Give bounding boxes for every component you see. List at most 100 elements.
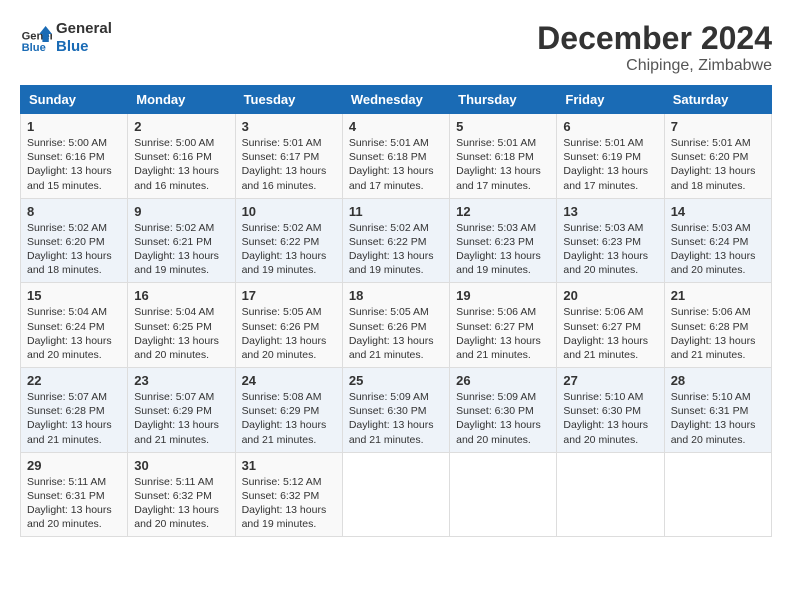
day-number: 17 bbox=[242, 288, 336, 303]
day-number: 2 bbox=[134, 119, 228, 134]
calendar-day-cell: 6 Sunrise: 5:01 AMSunset: 6:19 PMDaylight… bbox=[557, 114, 664, 199]
day-number: 27 bbox=[563, 373, 657, 388]
col-header-wednesday: Wednesday bbox=[342, 86, 449, 114]
day-info: Sunrise: 5:12 AMSunset: 6:32 PMDaylight:… bbox=[242, 475, 336, 532]
calendar-day-cell: 19 Sunrise: 5:06 AMSunset: 6:27 PMDayligh… bbox=[450, 283, 557, 368]
calendar-day-cell: 16Sunrise: 5:04 AMSunset: 6:25 PMDayligh… bbox=[128, 283, 235, 368]
day-number: 30 bbox=[134, 458, 228, 473]
calendar-day-cell: 11 Sunrise: 5:02 AMSunset: 6:22 PMDayligh… bbox=[342, 198, 449, 283]
day-number: 4 bbox=[349, 119, 443, 134]
location-subtitle: Chipinge, Zimbabwe bbox=[537, 57, 772, 75]
day-info: Sunrise: 5:03 AMSunset: 6:23 PMDaylight:… bbox=[456, 221, 550, 278]
day-number: 6 bbox=[563, 119, 657, 134]
col-header-saturday: Saturday bbox=[664, 86, 771, 114]
day-number: 5 bbox=[456, 119, 550, 134]
day-number: 15 bbox=[27, 288, 121, 303]
logo-text-general: General bbox=[56, 20, 112, 38]
day-info: Sunrise: 5:01 AMSunset: 6:20 PMDaylight:… bbox=[671, 136, 765, 193]
day-info: Sunrise: 5:08 AMSunset: 6:29 PMDaylight:… bbox=[242, 390, 336, 447]
day-info: Sunrise: 5:05 AMSunset: 6:26 PMDaylight:… bbox=[242, 305, 336, 362]
day-number: 22 bbox=[27, 373, 121, 388]
day-info: Sunrise: 5:07 AMSunset: 6:29 PMDaylight:… bbox=[134, 390, 228, 447]
day-info: Sunrise: 5:00 AMSunset: 6:16 PMDaylight:… bbox=[27, 136, 121, 193]
calendar-day-cell: 5Sunrise: 5:01 AMSunset: 6:18 PMDaylight… bbox=[450, 114, 557, 199]
col-header-thursday: Thursday bbox=[450, 86, 557, 114]
logo-icon: General Blue bbox=[20, 22, 52, 54]
day-number: 28 bbox=[671, 373, 765, 388]
day-number: 8 bbox=[27, 204, 121, 219]
day-number: 24 bbox=[242, 373, 336, 388]
col-header-friday: Friday bbox=[557, 86, 664, 114]
calendar-day-cell: 24 Sunrise: 5:08 AMSunset: 6:29 PMDayligh… bbox=[235, 368, 342, 453]
day-info: Sunrise: 5:02 AMSunset: 6:22 PMDaylight:… bbox=[242, 221, 336, 278]
empty-cell bbox=[342, 452, 449, 537]
day-info: Sunrise: 5:03 AMSunset: 6:24 PMDaylight:… bbox=[671, 221, 765, 278]
day-number: 10 bbox=[242, 204, 336, 219]
calendar-day-cell: 1Sunrise: 5:00 AMSunset: 6:16 PMDaylight… bbox=[21, 114, 128, 199]
calendar-day-cell: 2Sunrise: 5:00 AMSunset: 6:16 PMDaylight… bbox=[128, 114, 235, 199]
empty-cell bbox=[664, 452, 771, 537]
day-info: Sunrise: 5:10 AMSunset: 6:31 PMDaylight:… bbox=[671, 390, 765, 447]
empty-cell bbox=[557, 452, 664, 537]
day-info: Sunrise: 5:01 AMSunset: 6:19 PMDaylight:… bbox=[563, 136, 657, 193]
day-info: Sunrise: 5:11 AMSunset: 6:31 PMDaylight:… bbox=[27, 475, 121, 532]
day-info: Sunrise: 5:05 AMSunset: 6:26 PMDaylight:… bbox=[349, 305, 443, 362]
page-header: General Blue General Blue December 2024 … bbox=[20, 20, 772, 75]
day-info: Sunrise: 5:01 AMSunset: 6:17 PMDaylight:… bbox=[242, 136, 336, 193]
col-header-monday: Monday bbox=[128, 86, 235, 114]
day-info: Sunrise: 5:03 AMSunset: 6:23 PMDaylight:… bbox=[563, 221, 657, 278]
calendar-week-row: 22 Sunrise: 5:07 AMSunset: 6:28 PMDayligh… bbox=[21, 368, 772, 453]
calendar-day-cell: 15Sunrise: 5:04 AMSunset: 6:24 PMDayligh… bbox=[21, 283, 128, 368]
day-number: 29 bbox=[27, 458, 121, 473]
calendar-week-row: 1Sunrise: 5:00 AMSunset: 6:16 PMDaylight… bbox=[21, 114, 772, 199]
day-info: Sunrise: 5:11 AMSunset: 6:32 PMDaylight:… bbox=[134, 475, 228, 532]
calendar-week-row: 29 Sunrise: 5:11 AMSunset: 6:31 PMDayligh… bbox=[21, 452, 772, 537]
day-info: Sunrise: 5:02 AMSunset: 6:22 PMDaylight:… bbox=[349, 221, 443, 278]
logo-text-blue: Blue bbox=[56, 38, 112, 56]
day-number: 18 bbox=[349, 288, 443, 303]
calendar-day-cell: 30 Sunrise: 5:11 AMSunset: 6:32 PMDayligh… bbox=[128, 452, 235, 537]
calendar-day-cell: 8Sunrise: 5:02 AMSunset: 6:20 PMDaylight… bbox=[21, 198, 128, 283]
day-number: 13 bbox=[563, 204, 657, 219]
day-number: 14 bbox=[671, 204, 765, 219]
day-number: 20 bbox=[563, 288, 657, 303]
day-info: Sunrise: 5:02 AMSunset: 6:21 PMDaylight:… bbox=[134, 221, 228, 278]
calendar-day-cell: 7Sunrise: 5:01 AMSunset: 6:20 PMDaylight… bbox=[664, 114, 771, 199]
calendar-day-cell: 3 Sunrise: 5:01 AMSunset: 6:17 PMDaylight… bbox=[235, 114, 342, 199]
calendar-week-row: 15Sunrise: 5:04 AMSunset: 6:24 PMDayligh… bbox=[21, 283, 772, 368]
day-info: Sunrise: 5:06 AMSunset: 6:27 PMDaylight:… bbox=[456, 305, 550, 362]
title-area: December 2024 Chipinge, Zimbabwe bbox=[537, 20, 772, 75]
day-info: Sunrise: 5:07 AMSunset: 6:28 PMDaylight:… bbox=[27, 390, 121, 447]
day-number: 31 bbox=[242, 458, 336, 473]
calendar-day-cell: 13 Sunrise: 5:03 AMSunset: 6:23 PMDayligh… bbox=[557, 198, 664, 283]
calendar-day-cell: 4Sunrise: 5:01 AMSunset: 6:18 PMDaylight… bbox=[342, 114, 449, 199]
day-number: 3 bbox=[242, 119, 336, 134]
calendar-day-cell: 27Sunrise: 5:10 AMSunset: 6:30 PMDayligh… bbox=[557, 368, 664, 453]
svg-text:Blue: Blue bbox=[22, 42, 46, 54]
col-header-tuesday: Tuesday bbox=[235, 86, 342, 114]
day-info: Sunrise: 5:09 AMSunset: 6:30 PMDaylight:… bbox=[456, 390, 550, 447]
calendar-header-row: SundayMondayTuesdayWednesdayThursdayFrid… bbox=[21, 86, 772, 114]
day-number: 16 bbox=[134, 288, 228, 303]
day-number: 9 bbox=[134, 204, 228, 219]
day-number: 25 bbox=[349, 373, 443, 388]
calendar-day-cell: 25Sunrise: 5:09 AMSunset: 6:30 PMDayligh… bbox=[342, 368, 449, 453]
calendar-day-cell: 18 Sunrise: 5:05 AMSunset: 6:26 PMDayligh… bbox=[342, 283, 449, 368]
calendar-day-cell: 20 Sunrise: 5:06 AMSunset: 6:27 PMDayligh… bbox=[557, 283, 664, 368]
month-year-title: December 2024 bbox=[537, 20, 772, 57]
calendar-day-cell: 17 Sunrise: 5:05 AMSunset: 6:26 PMDayligh… bbox=[235, 283, 342, 368]
col-header-sunday: Sunday bbox=[21, 86, 128, 114]
day-number: 11 bbox=[349, 204, 443, 219]
day-info: Sunrise: 5:06 AMSunset: 6:27 PMDaylight:… bbox=[563, 305, 657, 362]
day-number: 12 bbox=[456, 204, 550, 219]
calendar-day-cell: 21Sunrise: 5:06 AMSunset: 6:28 PMDayligh… bbox=[664, 283, 771, 368]
day-number: 19 bbox=[456, 288, 550, 303]
logo: General Blue General Blue bbox=[20, 20, 112, 56]
empty-cell bbox=[450, 452, 557, 537]
calendar-day-cell: 26Sunrise: 5:09 AMSunset: 6:30 PMDayligh… bbox=[450, 368, 557, 453]
calendar-day-cell: 10 Sunrise: 5:02 AMSunset: 6:22 PMDayligh… bbox=[235, 198, 342, 283]
calendar-day-cell: 22 Sunrise: 5:07 AMSunset: 6:28 PMDayligh… bbox=[21, 368, 128, 453]
calendar-day-cell: 28 Sunrise: 5:10 AMSunset: 6:31 PMDayligh… bbox=[664, 368, 771, 453]
calendar-day-cell: 14 Sunrise: 5:03 AMSunset: 6:24 PMDayligh… bbox=[664, 198, 771, 283]
calendar-day-cell: 31 Sunrise: 5:12 AMSunset: 6:32 PMDayligh… bbox=[235, 452, 342, 537]
